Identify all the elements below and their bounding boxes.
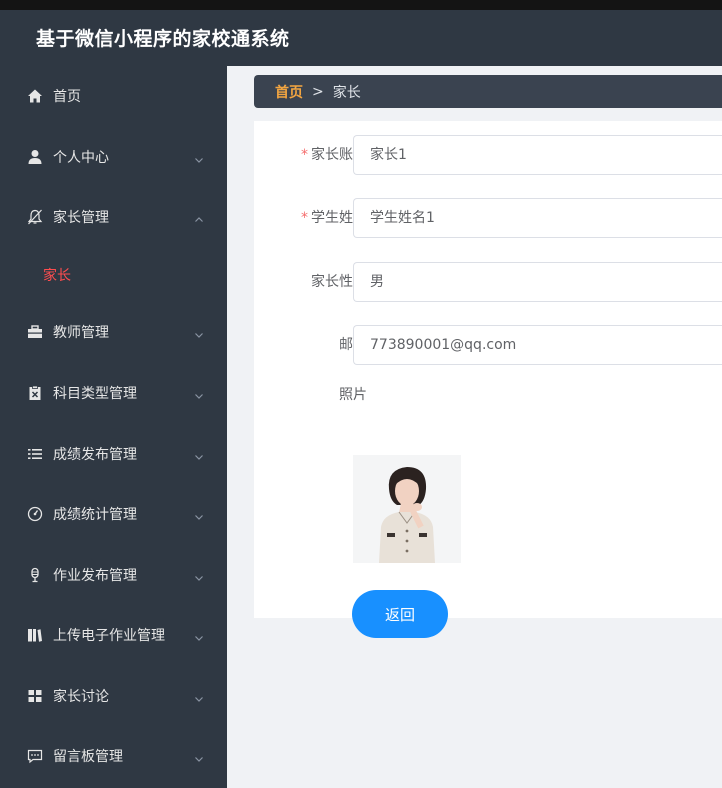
- app-header: 基于微信小程序的家校通系统: [0, 0, 722, 66]
- chevron-down-icon: [193, 508, 205, 520]
- sidebar-item-electronic-homework[interactable]: 上传电子作业管理: [0, 605, 227, 665]
- breadcrumb-current: 家长: [332, 84, 361, 101]
- email-field[interactable]: 773890001@qq.com: [353, 325, 722, 365]
- sidebar-item-label: 教师管理: [53, 325, 109, 341]
- main-content: 首页 > 家长 *家长账号 家长1 *学生姓名 学生姓名1 家长性别 男 邮箱 …: [227, 66, 722, 788]
- chevron-down-icon: [193, 448, 205, 460]
- chevron-down-icon: [193, 629, 205, 641]
- sidebar-item-teacher-management[interactable]: 教师管理: [0, 302, 227, 362]
- form-row-account: * 家长账号 家长1: [254, 135, 722, 175]
- sidebar-item-subject-type-management[interactable]: 科目类型管理: [0, 363, 227, 423]
- chevron-down-icon: [193, 569, 205, 581]
- form-row-gender: 家长性别 男: [254, 262, 722, 302]
- sidebar-item-label: 首页: [53, 89, 81, 105]
- chevron-down-icon: [193, 750, 205, 762]
- required-asterisk: *: [301, 147, 308, 163]
- account-field[interactable]: 家长1: [353, 135, 722, 175]
- sidebar-item-label: 留言板管理: [53, 749, 123, 765]
- sidebar-item-parent-management[interactable]: 家长管理: [0, 187, 227, 247]
- required-asterisk: *: [301, 210, 308, 226]
- chevron-down-icon: [193, 387, 205, 399]
- detail-form-card: *家长账号 家长1 *学生姓名 学生姓名1 家长性别 男 邮箱 77389000…: [254, 121, 722, 638]
- sidebar-item-label: 科目类型管理: [53, 386, 137, 402]
- sidebar-item-label: 成绩统计管理: [53, 507, 137, 523]
- student-name-field[interactable]: 学生姓名1: [353, 198, 722, 238]
- breadcrumb-separator: >: [312, 83, 324, 100]
- sidebar-item-label: 家长讨论: [53, 689, 109, 705]
- list-icon: [27, 446, 43, 462]
- user-icon: [27, 149, 43, 165]
- gauge-icon: [27, 506, 43, 522]
- sidebar-item-label: 成绩发布管理: [53, 447, 137, 463]
- chevron-down-icon: [193, 690, 205, 702]
- sidebar-subitem-parent[interactable]: 家长: [0, 255, 227, 295]
- chevron-up-icon: [193, 211, 205, 223]
- briefcase-icon: [27, 324, 43, 340]
- grid-icon: [27, 688, 43, 704]
- app-title: 基于微信小程序的家校通系统: [36, 28, 290, 50]
- form-row-email: 邮箱 773890001@qq.com: [254, 325, 722, 365]
- form-row-student-name: * 学生姓名 学生姓名1: [254, 198, 722, 238]
- sidebar-item-message-board[interactable]: 留言板管理: [0, 726, 227, 786]
- microphone-icon: [27, 567, 43, 583]
- sidebar: 首页 个人中心 家长管理 家长 教师管理 科目类型管理 成绩发布管理 成绩统计管…: [0, 66, 227, 788]
- sidebar-subitem-label: 家长: [43, 268, 71, 284]
- sidebar-item-parent-discussion[interactable]: 家长讨论: [0, 666, 227, 726]
- form-row-photo: 照片: [254, 383, 722, 423]
- breadcrumb-home-link[interactable]: 首页: [275, 82, 303, 102]
- bell-off-icon: [27, 209, 43, 225]
- sidebar-item-home[interactable]: 首页: [0, 66, 227, 126]
- books-icon: [27, 627, 43, 643]
- sidebar-item-label: 上传电子作业管理: [53, 628, 165, 644]
- chevron-down-icon: [193, 151, 205, 163]
- sidebar-item-grade-publishing[interactable]: 成绩发布管理: [0, 424, 227, 484]
- clipboard-icon: [27, 385, 43, 401]
- gender-field[interactable]: 男: [353, 262, 722, 302]
- sidebar-item-label: 个人中心: [53, 150, 109, 166]
- sidebar-item-personal-center[interactable]: 个人中心: [0, 127, 227, 187]
- home-icon: [27, 88, 43, 104]
- photo-label: 照片: [339, 387, 367, 403]
- sidebar-item-label: 家长管理: [53, 210, 109, 226]
- chevron-down-icon: [193, 326, 205, 338]
- parent-photo[interactable]: [353, 455, 461, 563]
- breadcrumb: 首页 > 家长: [254, 75, 722, 108]
- sidebar-item-label: 作业发布管理: [53, 568, 137, 584]
- sidebar-item-homework-publishing[interactable]: 作业发布管理: [0, 545, 227, 605]
- chat-icon: [27, 748, 43, 764]
- back-button[interactable]: 返回: [352, 590, 448, 638]
- sidebar-item-grade-statistics[interactable]: 成绩统计管理: [0, 484, 227, 544]
